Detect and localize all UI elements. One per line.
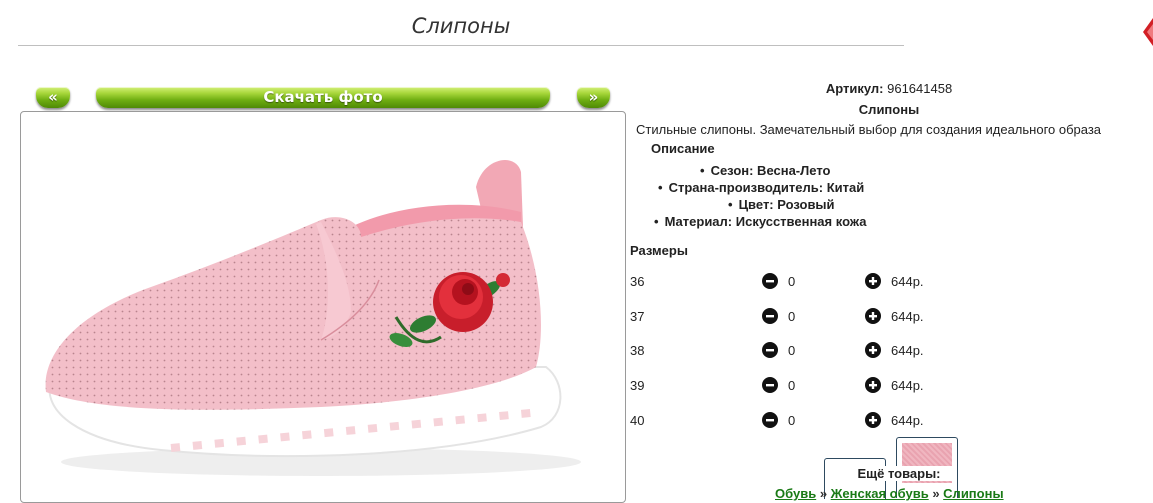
size-value: 40 <box>630 413 645 428</box>
quantity-value: 0 <box>788 309 796 324</box>
more-products-label: Ещё товары: <box>845 466 953 481</box>
feature-item: • Сезон: Весна-Лето <box>700 163 831 178</box>
quantity-value: 0 <box>788 274 796 289</box>
prev-photo-button[interactable]: « <box>36 87 70 108</box>
minus-circle-icon[interactable] <box>762 377 778 393</box>
breadcrumb-separator: » <box>932 486 940 501</box>
page-title: Слипоны <box>411 14 511 38</box>
article-label: Артикул: <box>825 81 884 96</box>
price-value: 644р. <box>891 343 924 358</box>
title-divider <box>18 45 904 46</box>
article-line: Артикул: 961641458 <box>632 81 1146 96</box>
article-value: 961641458 <box>887 81 953 96</box>
product-name: Слипоны <box>858 102 920 117</box>
size-value: 37 <box>630 309 645 324</box>
description-heading: Описание <box>651 141 715 156</box>
breadcrumb-link-shoes[interactable]: Обувь <box>775 486 816 501</box>
plus-circle-icon[interactable] <box>865 308 881 324</box>
breadcrumb: Обувь » Женская обувь » Слипоны <box>775 486 1004 501</box>
size-value: 36 <box>630 274 645 289</box>
breadcrumb-separator: » <box>819 486 828 501</box>
price-value: 644р. <box>891 413 924 428</box>
product-photo-frame <box>20 111 626 503</box>
quantity-value: 0 <box>788 378 796 393</box>
size-value: 39 <box>630 378 645 393</box>
sizes-heading: Размеры <box>630 243 688 258</box>
breadcrumb-link-slipons[interactable]: Слипоны <box>943 486 1003 501</box>
breadcrumb-link-women-shoes[interactable]: Женская обувь <box>831 486 929 501</box>
feature-item: • Цвет: Розовый <box>728 197 835 212</box>
product-photo[interactable] <box>21 112 625 502</box>
minus-circle-icon[interactable] <box>762 273 778 289</box>
download-photo-button[interactable]: Скачать фото <box>96 87 550 108</box>
plus-circle-icon[interactable] <box>865 273 881 289</box>
plus-circle-icon[interactable] <box>865 412 881 428</box>
minus-circle-icon[interactable] <box>762 342 778 358</box>
quantity-value: 0 <box>788 343 796 358</box>
minus-circle-icon[interactable] <box>762 412 778 428</box>
size-value: 38 <box>630 343 645 358</box>
minus-circle-icon[interactable] <box>762 308 778 324</box>
red-arrow-icon[interactable] <box>1141 18 1153 46</box>
feature-item: • Материал: Искусственная кожа <box>654 214 867 229</box>
plus-circle-icon[interactable] <box>865 377 881 393</box>
product-description: Стильные слипоны. Замечательный выбор дл… <box>636 122 1102 137</box>
price-value: 644р. <box>891 309 924 324</box>
quantity-value: 0 <box>788 413 796 428</box>
plus-circle-icon[interactable] <box>865 342 881 358</box>
next-photo-button[interactable]: » <box>577 87 610 108</box>
feature-item: • Страна-производитель: Китай <box>658 180 865 195</box>
price-value: 644р. <box>891 274 924 289</box>
price-value: 644р. <box>891 378 924 393</box>
